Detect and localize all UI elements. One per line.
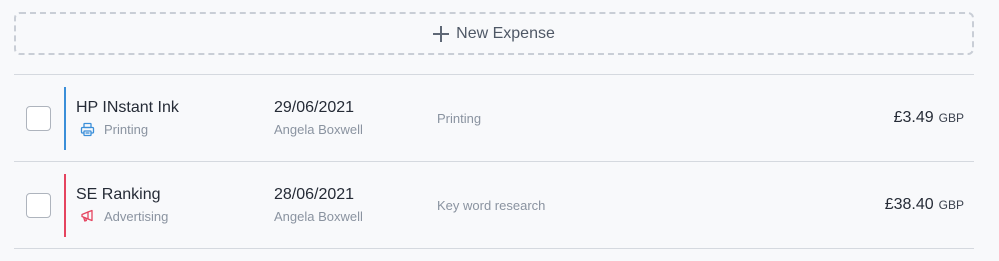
expense-row[interactable]: SE Ranking Advertising 28/06/2021 Angela… (14, 162, 974, 249)
new-expense-button[interactable]: New Expense (14, 12, 974, 55)
expense-description: Key word research (437, 198, 546, 213)
printer-icon (80, 122, 95, 137)
category: Printing (80, 122, 148, 137)
new-expense-label: New Expense (456, 24, 555, 42)
expense-amount: £38.40 GBP (885, 196, 964, 214)
expense-description: Printing (437, 111, 482, 126)
megaphone-icon (80, 209, 95, 224)
row-checkbox[interactable] (26, 106, 51, 131)
category: Advertising (80, 209, 168, 224)
expense-date: 28/06/2021 (274, 186, 355, 203)
category-label: Advertising (104, 209, 169, 224)
row-checkbox[interactable] (26, 193, 51, 218)
expense-row[interactable]: HP INstant Ink Printing 29/06/2021 Angel… (14, 75, 974, 162)
expense-date: 29/06/2021 (274, 99, 355, 116)
amount-value: £38.40 (884, 196, 934, 213)
amount-currency: GBP (938, 198, 964, 212)
category-color-bar (64, 87, 66, 150)
expense-submitter: Angela Boxwell (274, 209, 363, 224)
merchant-name: SE Ranking (76, 186, 161, 203)
plus-icon (433, 25, 450, 42)
category-label: Printing (104, 122, 149, 137)
expense-amount: £3.49 GBP (894, 109, 964, 127)
category-color-bar (64, 174, 66, 237)
expense-list: HP INstant Ink Printing 29/06/2021 Angel… (14, 74, 974, 249)
expense-submitter: Angela Boxwell (274, 122, 363, 137)
amount-currency: GBP (938, 111, 964, 125)
merchant-name: HP INstant Ink (76, 99, 179, 116)
amount-value: £3.49 (893, 109, 934, 126)
